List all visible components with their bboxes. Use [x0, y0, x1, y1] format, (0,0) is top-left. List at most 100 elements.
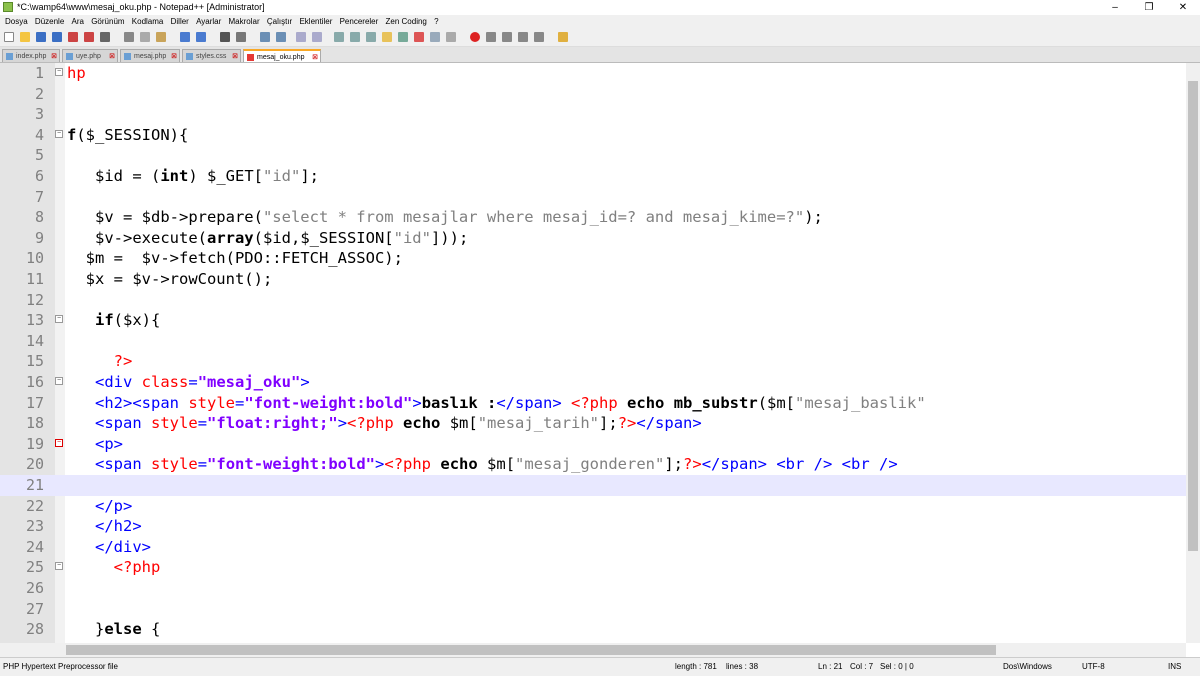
menu-dosya[interactable]: Dosya: [5, 15, 28, 29]
code-line[interactable]: 18 <span style="float:right;"><?php echo…: [0, 413, 1186, 434]
copy-icon[interactable]: [140, 32, 150, 42]
tab-index-php[interactable]: index.php ⊠: [2, 49, 60, 62]
save-macro-icon[interactable]: [534, 32, 544, 42]
play-macro-icon[interactable]: [502, 32, 512, 42]
code-line[interactable]: 2: [0, 84, 1186, 105]
function-list-icon[interactable]: [414, 32, 424, 42]
tab-styles-css[interactable]: styles.css ⊠: [182, 49, 241, 62]
horizontal-scroll-thumb[interactable]: [66, 645, 996, 655]
code-line[interactable]: 20 <span style="font-weight:bold"><?php …: [0, 454, 1186, 475]
undo-icon[interactable]: [180, 32, 190, 42]
zoom-out-icon[interactable]: [276, 32, 286, 42]
menu-calistir[interactable]: Çalıştır: [267, 15, 292, 29]
menu-ayarlar[interactable]: Ayarlar: [196, 15, 221, 29]
code-line[interactable]: 11 $x = $v->rowCount();: [0, 269, 1186, 290]
cut-icon[interactable]: [124, 32, 134, 42]
code-line[interactable]: 4 − f($_SESSION){: [0, 125, 1186, 146]
fold-toggle-icon[interactable]: −: [55, 129, 63, 138]
code-line[interactable]: 14: [0, 331, 1186, 352]
wrap-icon[interactable]: [334, 32, 344, 42]
tab-uye-php[interactable]: uye.php ⊠: [62, 49, 118, 62]
close-tab-icon[interactable]: ⊠: [109, 50, 115, 63]
close-file-icon[interactable]: [68, 32, 78, 42]
menu-duzenle[interactable]: Düzenle: [35, 15, 64, 29]
new-file-icon[interactable]: [4, 32, 14, 42]
code-line[interactable]: 3: [0, 104, 1186, 125]
sync-v-icon[interactable]: [296, 32, 306, 42]
minimize-button[interactable]: –: [1098, 0, 1132, 15]
code-line[interactable]: 17 <h2><span style="font-weight:bold">ba…: [0, 393, 1186, 414]
doc-map-icon[interactable]: [398, 32, 408, 42]
fold-toggle-icon[interactable]: −: [55, 438, 63, 447]
code-line[interactable]: 22 </p>: [0, 496, 1186, 517]
language-icon[interactable]: [382, 32, 392, 42]
code-line[interactable]: 19 − <p>: [0, 434, 1186, 455]
code-line[interactable]: 27: [0, 599, 1186, 620]
fold-toggle-icon[interactable]: −: [55, 562, 63, 571]
tab-mesaj-php[interactable]: mesaj.php ⊠: [120, 49, 180, 62]
print-icon[interactable]: [100, 32, 110, 42]
menu-eklentiler[interactable]: Eklentiler: [299, 15, 332, 29]
code-line[interactable]: 21: [0, 475, 1186, 496]
paste-icon[interactable]: [156, 32, 166, 42]
code-line[interactable]: 16 − <div class="mesaj_oku">: [0, 372, 1186, 393]
record-macro-icon[interactable]: [470, 32, 480, 42]
status-insert-mode[interactable]: INS: [1168, 662, 1181, 671]
fold-toggle-icon[interactable]: −: [55, 68, 63, 76]
menu-makrolar[interactable]: Makrolar: [229, 15, 260, 29]
stop-macro-icon[interactable]: [486, 32, 496, 42]
code-line[interactable]: 8 $v = $db->prepare("select * from mesaj…: [0, 207, 1186, 228]
menu-kodlama[interactable]: Kodlama: [132, 15, 164, 29]
fold-toggle-icon[interactable]: −: [55, 315, 63, 324]
code-line[interactable]: 12: [0, 290, 1186, 311]
menu-help[interactable]: ?: [434, 15, 438, 29]
code-line[interactable]: 6 $id = (int) $_GET["id"];: [0, 166, 1186, 187]
run-macro-multiple-icon[interactable]: [518, 32, 528, 42]
code-line[interactable]: 24 </div>: [0, 537, 1186, 558]
status-encoding[interactable]: UTF-8: [1082, 662, 1105, 671]
redo-icon[interactable]: [196, 32, 206, 42]
code-line[interactable]: 7: [0, 187, 1186, 208]
folder-workspace-icon[interactable]: [430, 32, 440, 42]
close-tab-icon[interactable]: ⊠: [171, 50, 177, 63]
close-all-icon[interactable]: [84, 32, 94, 42]
code-editor[interactable]: 1− hp 2 3 4− f($_SESSION){5 6 $id = (int) $_GE…: [0, 63, 1186, 643]
vertical-scroll-thumb[interactable]: [1188, 81, 1198, 551]
menu-ara[interactable]: Ara: [72, 15, 84, 29]
code-line[interactable]: 10 $m = $v->fetch(PDO::FETCH_ASSOC);: [0, 248, 1186, 269]
find-icon[interactable]: [220, 32, 230, 42]
code-line[interactable]: 9 $v->execute(array($id,$_SESSION["id"])…: [0, 228, 1186, 249]
save-all-icon[interactable]: [52, 32, 62, 42]
code-line[interactable]: 15 ?>: [0, 351, 1186, 372]
menu-zen-coding[interactable]: Zen Coding: [386, 15, 427, 29]
sync-h-icon[interactable]: [312, 32, 322, 42]
save-icon[interactable]: [36, 32, 46, 42]
line-number: 24: [25, 537, 44, 556]
code-line[interactable]: 13 − if($x){: [0, 310, 1186, 331]
status-eol[interactable]: Dos\Windows: [1003, 662, 1052, 671]
code-line[interactable]: 25 − <?php: [0, 557, 1186, 578]
close-tab-icon[interactable]: ⊠: [51, 50, 57, 63]
zoom-in-icon[interactable]: [260, 32, 270, 42]
replace-icon[interactable]: [236, 32, 246, 42]
code-line[interactable]: 5: [0, 145, 1186, 166]
plugin-icon[interactable]: [558, 32, 568, 42]
code-line[interactable]: 26: [0, 578, 1186, 599]
vertical-scrollbar[interactable]: [1186, 63, 1200, 643]
monitor-icon[interactable]: [446, 32, 456, 42]
open-file-icon[interactable]: [20, 32, 30, 42]
close-tab-icon[interactable]: ⊠: [232, 50, 238, 63]
code-line[interactable]: 23 </h2>: [0, 516, 1186, 537]
indent-guide-icon[interactable]: [366, 32, 376, 42]
horizontal-scrollbar[interactable]: [0, 643, 1186, 657]
menu-gorunum[interactable]: Görünüm: [91, 15, 124, 29]
menu-pencereler[interactable]: Pencereler: [340, 15, 379, 29]
maximize-button[interactable]: ❐: [1132, 0, 1166, 15]
menu-diller[interactable]: Diller: [171, 15, 189, 29]
code-line[interactable]: 28 }else {: [0, 619, 1186, 640]
code-line[interactable]: 1 − hp: [0, 63, 1186, 84]
fold-toggle-icon[interactable]: −: [55, 377, 63, 385]
close-button[interactable]: ✕: [1166, 0, 1200, 15]
tab-mesaj-oku-php[interactable]: mesaj_oku.php ⊠: [243, 49, 321, 62]
show-all-chars-icon[interactable]: [350, 32, 360, 42]
